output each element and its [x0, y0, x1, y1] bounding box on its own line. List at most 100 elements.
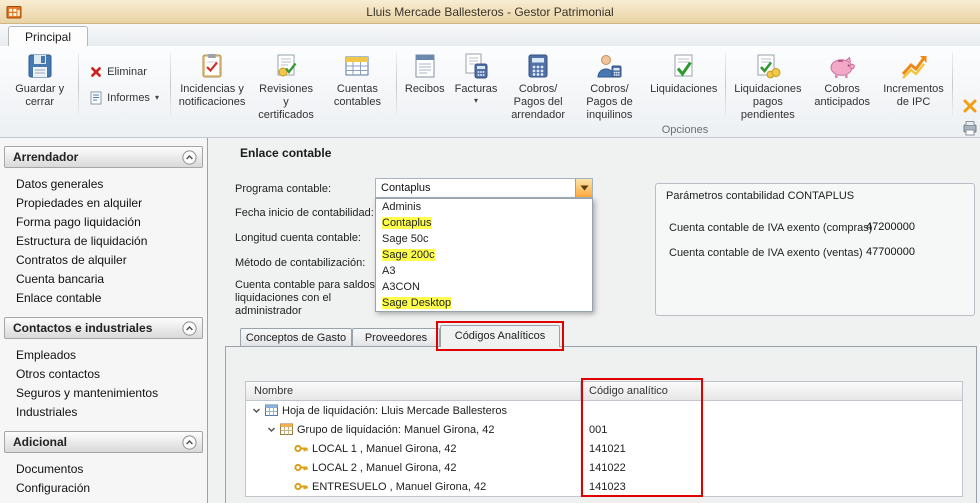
- dropdown-option-contaplus[interactable]: Contaplus: [376, 215, 592, 231]
- sidebar-item-otros-contactos[interactable]: Otros contactos: [4, 365, 203, 384]
- table-row[interactable]: Grupo de liquidación: Manuel Girona, 42 …: [246, 420, 962, 439]
- tree-node-label: Grupo de liquidación: Manuel Girona, 42: [297, 424, 495, 436]
- table-row[interactable]: LOCAL 1 , Manuel Girona, 42 141021: [246, 439, 962, 458]
- sidebar-group-arrendador[interactable]: Arrendador: [4, 146, 203, 168]
- liquidaciones-pendientes-button[interactable]: Liquidaciones pagos pendientes: [729, 48, 806, 122]
- incidencias-notificaciones-button[interactable]: Incidencias y notificaciones: [174, 48, 251, 122]
- orange-x-icon[interactable]: [960, 98, 980, 114]
- liquidaciones-button[interactable]: Liquidaciones: [645, 48, 722, 122]
- tree-node-label: Hoja de liquidación: Lluis Mercade Balle…: [282, 405, 507, 417]
- invoices-icon: [462, 52, 490, 80]
- sidebar-item-forma-pago-liquidacion[interactable]: Forma pago liquidación: [4, 213, 203, 232]
- sidebar-item-datos-generales[interactable]: Datos generales: [4, 175, 203, 194]
- dropdown-option-a3con[interactable]: A3CON: [376, 279, 592, 295]
- analytic-codes-table: Nombre Código analítico Hoja de liquidac…: [245, 381, 963, 497]
- sidebar-item-contratos-de-alquiler[interactable]: Contratos de alquiler: [4, 251, 203, 270]
- sidebar-item-documentos[interactable]: Documentos: [4, 460, 203, 479]
- params-title: Parámetros contabilidad CONTAPLUS: [666, 190, 854, 202]
- iva-compras-label: Cuenta contable de IVA exento (compras): [669, 222, 872, 234]
- dropdown-option-sage-desktop[interactable]: Sage Desktop: [376, 295, 592, 311]
- landlord-payments-icon: [524, 52, 552, 80]
- iva-compras-input[interactable]: [864, 220, 969, 234]
- sidebar-item-enlace-contable[interactable]: Enlace contable: [4, 289, 203, 308]
- tab-conceptos-de-gasto[interactable]: Conceptos de Gasto: [240, 328, 352, 346]
- params-groupbox: Parámetros contabilidad CONTAPLUS Cuenta…: [655, 183, 975, 316]
- ipc-increase-icon: [900, 52, 928, 80]
- ribbon-separator: [396, 53, 397, 117]
- ribbon-group-caption: Opciones: [640, 124, 730, 136]
- metodo-contabilizacion-label: Método de contabilización:: [235, 257, 365, 269]
- sidebar-item-configuracion[interactable]: Configuración: [4, 479, 203, 498]
- facturas-button[interactable]: Facturas ▾: [450, 48, 503, 122]
- cuentas-contables-button[interactable]: Cuentas contables: [322, 48, 393, 122]
- table-row[interactable]: ENTRESUELO , Manuel Girona, 42 141023: [246, 477, 962, 496]
- ribbon-separator: [952, 53, 953, 117]
- programa-contable-input[interactable]: [376, 179, 575, 197]
- key-icon: [294, 442, 308, 455]
- tab-codigos-analiticos[interactable]: Códigos Analíticos: [440, 325, 560, 347]
- expand-arrow-icon[interactable]: [266, 425, 276, 434]
- tree-node-label: ENTRESUELO , Manuel Girona, 42: [312, 481, 486, 493]
- pending-settlements-icon: [754, 52, 782, 80]
- piggy-bank-icon: [828, 52, 856, 80]
- cobros-pagos-inquilinos-button[interactable]: Cobros/ Pagos de inquilinos: [574, 48, 645, 122]
- sidebar-item-industriales[interactable]: Industriales: [4, 403, 203, 422]
- table-row[interactable]: Hoja de liquidación: Lluis Mercade Balle…: [246, 401, 962, 420]
- dropdown-option-a3[interactable]: A3: [376, 263, 592, 279]
- tab-proveedores[interactable]: Proveedores: [352, 328, 440, 346]
- analytic-code-cell: 001: [581, 424, 607, 436]
- certificates-icon: [272, 52, 300, 80]
- incidents-icon: [198, 52, 226, 80]
- expand-arrow-icon[interactable]: [251, 406, 261, 415]
- key-icon: [294, 461, 308, 474]
- cobros-pagos-arrendador-button[interactable]: Cobros/ Pagos del arrendador: [502, 48, 573, 122]
- recibos-button[interactable]: Recibos: [400, 48, 450, 122]
- titlebar: Lluis Mercade Ballesteros - Gestor Patri…: [0, 0, 980, 24]
- longitud-cuenta-label: Longitud cuenta contable:: [235, 232, 361, 244]
- iva-ventas-label: Cuenta contable de IVA exento (ventas): [669, 247, 863, 259]
- sidebar-item-empleados[interactable]: Empleados: [4, 346, 203, 365]
- dropdown-option-sage200c[interactable]: Sage 200c: [376, 247, 592, 263]
- chevron-up-icon: [182, 321, 197, 336]
- column-header-nombre[interactable]: Nombre: [246, 382, 581, 400]
- tree-node-label: LOCAL 2 , Manuel Girona, 42: [312, 462, 457, 474]
- analytic-code-cell: 141022: [581, 462, 626, 474]
- iva-ventas-input[interactable]: [864, 245, 969, 259]
- eliminar-button[interactable]: Eliminar: [86, 64, 163, 80]
- table-header: Nombre Código analítico: [246, 382, 962, 401]
- programa-contable-combobox[interactable]: [375, 178, 593, 198]
- sidebar-group-adicional[interactable]: Adicional: [4, 431, 203, 453]
- sidebar: Arrendador Datos generales Propiedades e…: [0, 138, 208, 503]
- tab-principal[interactable]: Principal: [8, 26, 88, 48]
- sidebar-item-cuenta-bancaria[interactable]: Cuenta bancaria: [4, 270, 203, 289]
- revisiones-certificados-button[interactable]: Revisiones y certificados: [250, 48, 321, 122]
- informes-button[interactable]: Informes ▾: [86, 89, 163, 107]
- dropdown-option-adminis[interactable]: Adminis: [376, 199, 592, 215]
- sidebar-group-contactos[interactable]: Contactos e industriales: [4, 317, 203, 339]
- cuenta-saldos-label: Cuenta contable para saldos de liquidaci…: [235, 279, 395, 318]
- window-title: Lluis Mercade Ballesteros - Gestor Patri…: [0, 5, 980, 19]
- printer-icon[interactable]: [960, 120, 980, 136]
- table-row[interactable]: LOCAL 2 , Manuel Girona, 42 141022: [246, 458, 962, 477]
- content: Enlace contable Programa contable: Fecha…: [209, 138, 980, 503]
- sheet-icon: [265, 404, 278, 417]
- sidebar-item-seguros-y-mantenimientos[interactable]: Seguros y mantenimientos: [4, 384, 203, 403]
- ribbon: Guardar y cerrar Eliminar Informes ▾: [0, 46, 980, 138]
- analytic-code-cell: 141021: [581, 443, 626, 455]
- sidebar-item-estructura-de-liquidacion[interactable]: Estructura de liquidación: [4, 232, 203, 251]
- cobros-anticipados-button[interactable]: Cobros anticipados: [806, 48, 877, 122]
- column-header-codigo-analitico[interactable]: Código analítico: [581, 382, 962, 400]
- incrementos-ipc-button[interactable]: Incrementos de IPC: [878, 48, 949, 122]
- analytic-code-cell: 141023: [581, 481, 626, 493]
- tree-node-label: LOCAL 1 , Manuel Girona, 42: [312, 443, 457, 455]
- guardar-cerrar-button[interactable]: Guardar y cerrar: [4, 48, 75, 122]
- dropdown-option-sage50c[interactable]: Sage 50c: [376, 231, 592, 247]
- tenant-payments-icon: [595, 52, 623, 80]
- fecha-inicio-label: Fecha inicio de contabilidad:: [235, 207, 374, 219]
- receipts-icon: [411, 52, 439, 80]
- combo-dropdown-button[interactable]: [575, 179, 592, 197]
- chevron-up-icon: [182, 150, 197, 165]
- sidebar-item-propiedades-en-alquiler[interactable]: Propiedades en alquiler: [4, 194, 203, 213]
- chevron-up-icon: [182, 435, 197, 450]
- app-window: Lluis Mercade Ballesteros - Gestor Patri…: [0, 0, 980, 503]
